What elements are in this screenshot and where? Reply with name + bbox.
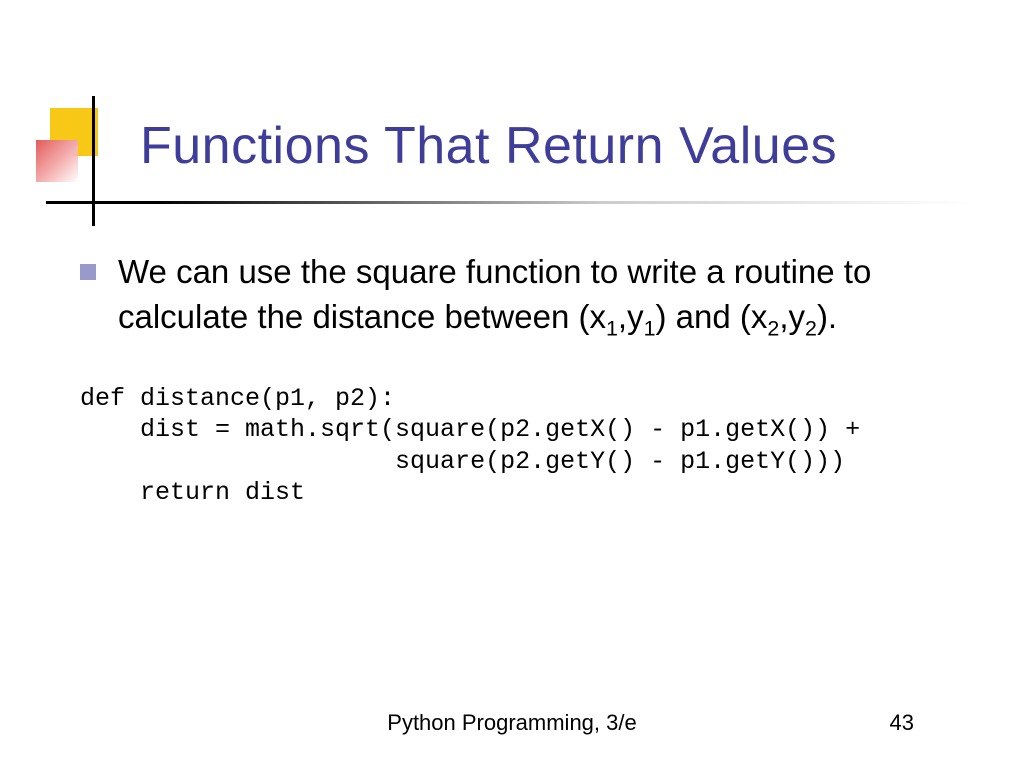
text-part: ,y [618,298,644,335]
bullet-item: We can use the square function to write … [80,250,954,343]
subscript: 2 [767,316,779,340]
subscript: 2 [805,316,817,340]
code-block: def distance(p1, p2): dist = math.sqrt(s… [80,383,954,508]
bullet-text: We can use the square function to write … [118,250,954,343]
slide-content: We can use the square function to write … [80,250,954,508]
subscript: 1 [606,316,618,340]
vertical-line [92,96,95,226]
text-part: ,y [779,298,805,335]
footer-page-number: 43 [890,710,914,736]
slide-decoration [36,108,136,208]
red-square [36,140,78,182]
text-part: ). [817,298,837,335]
horizontal-line [46,201,974,204]
subscript: 1 [644,316,656,340]
slide-title: Functions That Return Values [140,116,837,176]
text-part: ) and (x [656,298,768,335]
bullet-marker [80,264,96,280]
footer-book-title: Python Programming, 3/e [0,710,1024,736]
